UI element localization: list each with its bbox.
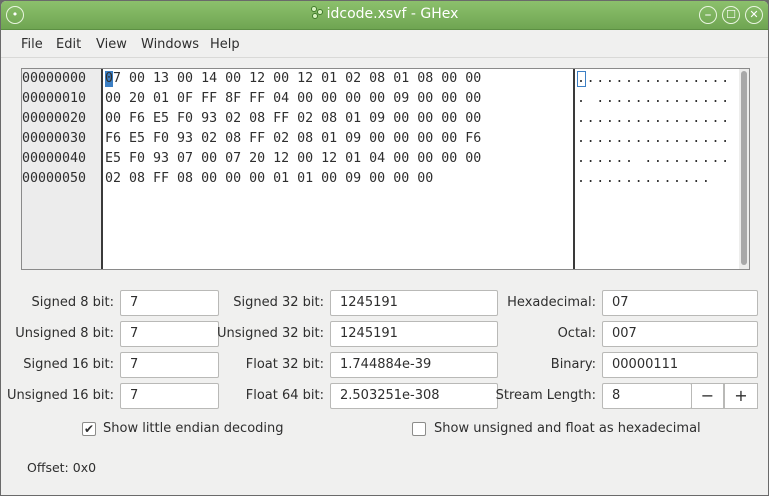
ascii-row[interactable]: ...... ......... (577, 149, 731, 169)
unsigned-32-bit-field[interactable]: 1245191 (330, 321, 498, 347)
close-icon[interactable]: ✕ (745, 6, 763, 24)
offset-row: 00000020 (22, 111, 87, 126)
hex-row[interactable]: 02 08 FF 08 00 00 00 01 01 00 09 00 00 0… (105, 169, 433, 189)
signed-8-bit-field[interactable]: 7 (120, 290, 219, 316)
unsigned-8-bit-label: Unsigned 8 bit: (15, 326, 114, 341)
hex-bytes-column[interactable]: 07 00 13 00 14 00 12 00 12 01 02 08 01 0… (105, 69, 575, 269)
unsigned-8-bit-field[interactable]: 7 (120, 321, 219, 347)
binary-field[interactable]: 00000111 (602, 352, 758, 378)
window-title: idcode.xsvf - GHex (1, 6, 768, 22)
ascii-column[interactable]: ................ . .............. ......… (577, 69, 737, 269)
minimize-icon[interactable]: ⎯ (699, 6, 717, 24)
ascii-row[interactable]: .............. (577, 169, 711, 189)
hex-row[interactable]: F6 E5 F0 93 02 08 FF 02 08 01 09 00 00 0… (105, 129, 481, 149)
stream-length-decrease-button[interactable]: − (691, 383, 724, 409)
scrollbar-thumb[interactable] (741, 71, 747, 265)
menu-help[interactable]: Help (210, 37, 240, 52)
ghex-window: • idcode.xsvf - GHex ⎯ ☐ ✕ File Edit Vie… (0, 0, 769, 496)
ascii-row[interactable]: ................ (577, 69, 731, 89)
hex-row[interactable]: E5 F0 93 07 00 07 20 12 00 12 01 04 00 0… (105, 149, 481, 169)
offset-column: 00000000 00000010 00000020 00000030 0000… (22, 69, 103, 269)
menu-windows[interactable]: Windows (141, 37, 199, 52)
unsigned-16-bit-label: Unsigned 16 bit: (6, 388, 114, 403)
little-endian-label[interactable]: Show little endian decoding (103, 421, 284, 436)
hex-row[interactable]: 07 00 13 00 14 00 12 00 12 01 02 08 01 0… (105, 69, 481, 89)
unsigned-32-bit-label: Unsigned 32 bit: (216, 326, 324, 341)
octal-label: Octal: (557, 326, 596, 341)
offset-row: 00000010 (22, 91, 87, 106)
little-endian-checkbox[interactable]: ✔ (82, 422, 96, 436)
hex-row[interactable]: 00 F6 E5 F0 93 02 08 FF 02 08 01 09 00 0… (105, 109, 481, 129)
maximize-icon[interactable]: ☐ (722, 6, 740, 24)
hex-row[interactable]: 00 20 01 0F FF 8F FF 04 00 00 00 00 09 0… (105, 89, 481, 109)
float-32-bit-label: Float 32 bit: (245, 357, 324, 372)
hexadecimal-label: Hexadecimal: (507, 295, 596, 310)
stream-length-field[interactable]: 8 (602, 383, 692, 409)
menu-view[interactable]: View (96, 37, 127, 52)
signed-16-bit-label: Signed 16 bit: (23, 357, 114, 372)
unsigned-hex-label[interactable]: Show unsigned and float as hexadecimal (434, 421, 701, 436)
hexadecimal-field[interactable]: 07 (602, 290, 758, 316)
vertical-scrollbar[interactable] (739, 69, 749, 269)
binary-label: Binary: (550, 357, 596, 372)
signed-8-bit-label: Signed 8 bit: (31, 295, 114, 310)
ascii-row[interactable]: ................ (577, 109, 731, 129)
status-offset: Offset: 0x0 (27, 460, 97, 475)
float-32-bit-field[interactable]: 1.744884e-39 (330, 352, 498, 378)
ghex-app-icon (310, 6, 324, 19)
octal-field[interactable]: 007 (602, 321, 758, 347)
offset-row: 00000000 (22, 71, 87, 86)
menu-file[interactable]: File (21, 37, 43, 52)
ascii-row[interactable]: ................ (577, 129, 731, 149)
stream-length-label: Stream Length: (495, 388, 596, 403)
float-64-bit-field[interactable]: 2.503251e-308 (330, 383, 498, 409)
window-title-text: idcode.xsvf - GHex (326, 6, 459, 22)
float-64-bit-label: Float 64 bit: (245, 388, 324, 403)
hex-editor-view[interactable]: 00000000 00000010 00000020 00000030 0000… (21, 68, 750, 270)
unsigned-hex-checkbox[interactable] (412, 422, 426, 436)
signed-16-bit-field[interactable]: 7 (120, 352, 219, 378)
offset-row: 00000040 (22, 151, 87, 166)
signed-32-bit-field[interactable]: 1245191 (330, 290, 498, 316)
menu-bar: File Edit View Windows Help (1, 30, 768, 58)
offset-row: 00000030 (22, 131, 87, 146)
signed-32-bit-label: Signed 32 bit: (233, 295, 324, 310)
unsigned-16-bit-field[interactable]: 7 (120, 383, 219, 409)
menu-edit[interactable]: Edit (56, 37, 81, 52)
offset-row: 00000050 (22, 171, 87, 186)
stream-length-increase-button[interactable]: + (724, 383, 758, 409)
title-bar[interactable]: • idcode.xsvf - GHex ⎯ ☐ ✕ (1, 1, 768, 30)
ascii-row[interactable]: . .............. (577, 89, 731, 109)
